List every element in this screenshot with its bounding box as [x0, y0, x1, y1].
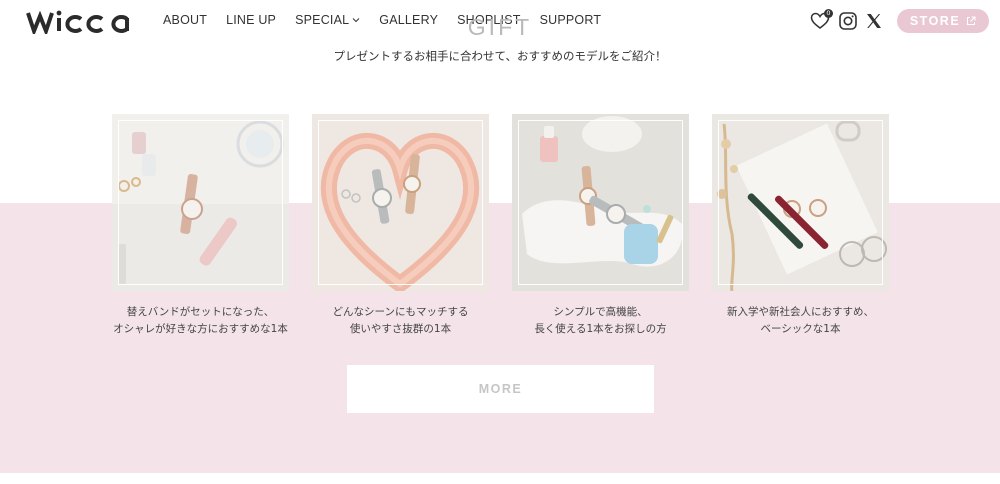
- caption-line-1: 新入学や新社会人におすすめ、: [727, 306, 874, 318]
- caption-line-2: オシャレが好きな方におすすめな1本: [113, 323, 288, 335]
- gift-card-caption: どんなシーンにもマッチする 使いやすさ抜群の1本: [312, 304, 489, 338]
- section-title: GIFT: [467, 14, 533, 40]
- gift-card-caption: シンプルで高機能、 長く使える1本をお探しの方: [512, 304, 689, 338]
- gift-card-caption: 新入学や新社会人におすすめ、 ベーシックな1本: [712, 304, 889, 338]
- page: ABOUT LINE UP SPECIAL GALLERY SHOPLIST S…: [0, 0, 1000, 484]
- caption-line-2: 長く使える1本をお探しの方: [534, 323, 667, 335]
- more-button[interactable]: MORE: [347, 365, 654, 413]
- gift-card-4[interactable]: 新入学や新社会人におすすめ、 ベーシックな1本: [712, 114, 889, 338]
- card-frame: [718, 120, 883, 285]
- card-frame: [318, 120, 483, 285]
- gift-card-list: 替えバンドがセットになった、 オシャレが好きな方におすすめな1本 どんなシーンに…: [112, 114, 890, 344]
- section-subtitle: プレゼントするお相手に合わせて、おすすめのモデルをご紹介！: [333, 49, 667, 63]
- footer-divider: [0, 473, 1000, 484]
- caption-line-2: 使いやすさ抜群の1本: [349, 323, 452, 335]
- gift-card-image: [512, 114, 689, 291]
- card-frame: [518, 120, 683, 285]
- gift-card-image: [712, 114, 889, 291]
- gift-card-1[interactable]: 替えバンドがセットになった、 オシャレが好きな方におすすめな1本: [112, 114, 289, 338]
- gift-card-2[interactable]: どんなシーンにもマッチする 使いやすさ抜群の1本: [312, 114, 489, 338]
- gift-card-image: [312, 114, 489, 291]
- gift-card-image: [112, 114, 289, 291]
- caption-line-2: ベーシックな1本: [760, 323, 841, 335]
- caption-line-1: 替えバンドがセットになった、: [126, 306, 275, 318]
- gift-card-3[interactable]: シンプルで高機能、 長く使える1本をお探しの方: [512, 114, 689, 338]
- caption-line-1: シンプルで高機能、: [553, 306, 648, 318]
- caption-line-1: どんなシーンにもマッチする: [332, 306, 469, 318]
- card-frame: [118, 120, 283, 285]
- gift-card-caption: 替えバンドがセットになった、 オシャレが好きな方におすすめな1本: [112, 304, 289, 338]
- more-button-label: MORE: [478, 382, 523, 396]
